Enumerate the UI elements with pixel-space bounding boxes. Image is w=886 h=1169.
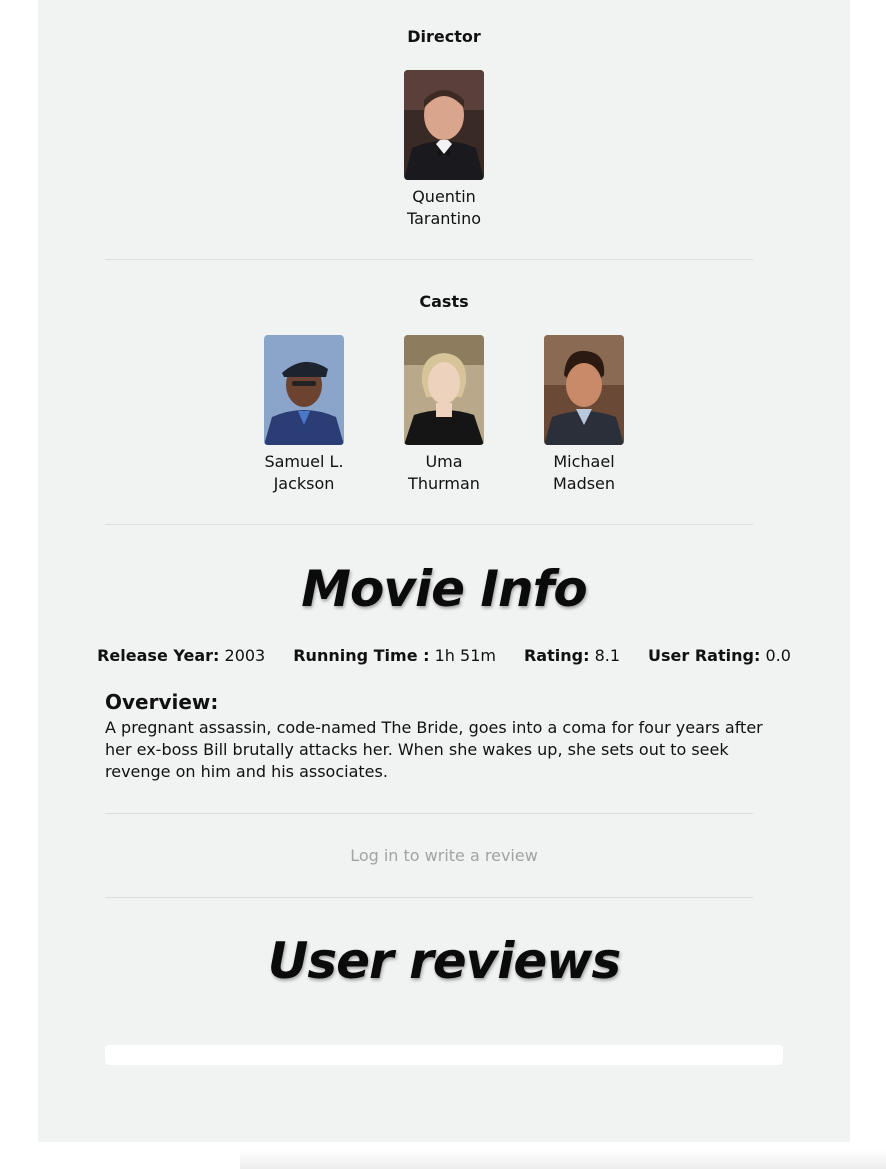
- director-heading: Director: [407, 27, 481, 46]
- footer-shadow: [240, 1150, 886, 1169]
- movie-info-row: Release Year: 2003 Running Time : 1h 51m…: [97, 646, 791, 665]
- running-time-label: Running Time :: [293, 646, 430, 665]
- running-time: Running Time : 1h 51m: [293, 646, 496, 665]
- divider: [105, 524, 753, 525]
- cast-photo[interactable]: [544, 335, 624, 445]
- cast-photo[interactable]: [264, 335, 344, 445]
- release-year-label: Release Year:: [97, 646, 220, 665]
- user-rating-value: 0.0: [765, 646, 791, 665]
- cast-name[interactable]: Samuel L. Jackson: [254, 451, 354, 495]
- user-rating: User Rating: 0.0: [648, 646, 791, 665]
- cast-card[interactable]: Michael Madsen: [534, 335, 634, 495]
- cast-name[interactable]: Michael Madsen: [534, 451, 634, 495]
- divider: [105, 813, 753, 814]
- release-year: Release Year: 2003: [97, 646, 265, 665]
- director-name[interactable]: Quentin Tarantino: [394, 186, 494, 230]
- release-year-value: 2003: [224, 646, 266, 665]
- user-reviews-heading: User reviews: [267, 932, 622, 990]
- cast-name[interactable]: Uma Thurman: [394, 451, 494, 495]
- login-to-review-link[interactable]: Log in to write a review: [38, 846, 850, 865]
- movie-detail-panel: Director Quentin Tarantino Casts Samuel …: [38, 0, 850, 1142]
- rating: Rating: 8.1: [524, 646, 620, 665]
- overview-text: A pregnant assassin, code-named The Brid…: [105, 718, 763, 781]
- divider: [105, 259, 753, 260]
- director-photo[interactable]: [404, 70, 484, 180]
- cast-card[interactable]: Samuel L. Jackson: [254, 335, 354, 495]
- casts-heading: Casts: [419, 292, 469, 311]
- user-reviews-list: [105, 1045, 783, 1065]
- running-time-value: 1h 51m: [434, 646, 496, 665]
- divider: [105, 897, 753, 898]
- cast-card[interactable]: Uma Thurman: [394, 335, 494, 495]
- movie-info-heading: Movie Info: [301, 560, 587, 618]
- cast-photo[interactable]: [404, 335, 484, 445]
- rating-value: 8.1: [594, 646, 621, 665]
- user-rating-label: User Rating:: [648, 646, 761, 665]
- rating-label: Rating:: [523, 646, 590, 665]
- overview-heading: Overview:: [105, 690, 219, 714]
- director-card[interactable]: Quentin Tarantino: [394, 70, 494, 230]
